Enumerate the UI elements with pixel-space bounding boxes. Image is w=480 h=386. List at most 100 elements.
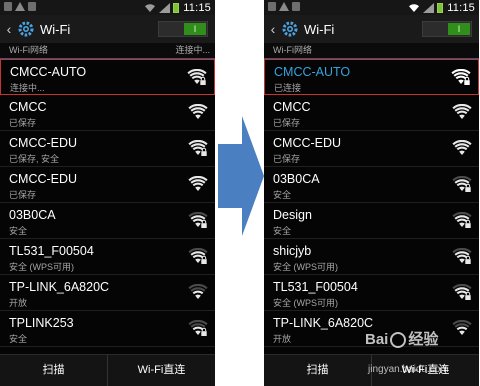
network-name: 03B0CA	[9, 208, 56, 222]
network-name: CMCC-AUTO	[10, 65, 87, 79]
wifi-toggle[interactable]: I	[158, 21, 208, 37]
network-status: 已连接	[274, 83, 302, 93]
section-label: Wi-Fi网络	[273, 45, 312, 55]
network-name: TP-LINK_6A820C	[273, 316, 374, 330]
wifi-signal-icon	[188, 248, 208, 264]
status-bar: 11:15	[264, 0, 479, 15]
network-status: 已保存	[273, 118, 301, 128]
lock-icon	[201, 331, 207, 336]
section-header: Wi-Fi网络	[264, 43, 479, 59]
wifi-signal-icon	[188, 212, 208, 228]
network-name: TP-LINK_6A820C	[9, 280, 110, 294]
section-label: Wi-Fi网络	[9, 45, 48, 55]
watermark-url: jingyan.baidu.com	[368, 364, 449, 375]
back-arrow-icon[interactable]: ‹	[266, 21, 280, 37]
wifi-signal-icon	[188, 140, 208, 156]
watermark-brand: Bai	[365, 331, 389, 348]
battery-icon	[173, 2, 180, 13]
action-bar: ‹ Wi-Fi I	[264, 15, 479, 43]
network-row[interactable]: shicjyb 安全 (WPS可用)	[264, 239, 479, 275]
network-status: 开放	[273, 334, 292, 344]
network-row[interactable]: CMCC-AUTO 连接中...	[0, 59, 215, 95]
network-name: CMCC	[273, 100, 311, 114]
network-row[interactable]: CMCC 已保存	[0, 95, 215, 131]
network-status: 安全 (WPS可用)	[9, 262, 74, 272]
signal-icon	[423, 2, 435, 13]
page-title: Wi-Fi	[40, 21, 71, 37]
network-row[interactable]: TL531_F00504 安全 (WPS可用)	[264, 275, 479, 311]
network-name: 03B0CA	[273, 172, 320, 186]
lock-icon	[465, 187, 471, 192]
network-row[interactable]: 03B0CA 安全	[264, 167, 479, 203]
wifi-signal-icon	[452, 248, 472, 264]
network-row[interactable]: CMCC-AUTO 已连接	[264, 59, 479, 95]
network-name: TL531_F00504	[273, 280, 358, 294]
wifi-signal-icon	[188, 284, 208, 299]
wifi-signal-icon	[188, 104, 208, 119]
scan-button[interactable]: 扫描	[264, 355, 371, 386]
wifi-signal-icon	[187, 69, 207, 85]
wifi-signal-icon	[451, 69, 471, 85]
notification-icon	[268, 2, 276, 11]
warning-icon	[15, 2, 25, 11]
page-title: Wi-Fi	[304, 21, 335, 37]
wifi-signal-icon	[188, 320, 208, 336]
lock-icon	[465, 259, 471, 264]
network-name: TL531_F00504	[9, 244, 94, 258]
network-row[interactable]: TL531_F00504 安全 (WPS可用)	[0, 239, 215, 275]
section-header: Wi-Fi网络 连接中...	[0, 43, 215, 59]
network-status: 安全 (WPS可用)	[273, 262, 338, 272]
battery-icon	[437, 2, 444, 13]
network-status: 安全 (WPS可用)	[273, 298, 338, 308]
network-status: 安全	[273, 190, 292, 200]
network-name: Design	[273, 208, 312, 222]
gear-icon	[18, 21, 34, 37]
wifi-signal-icon	[452, 176, 472, 192]
network-status: 已保存	[273, 154, 301, 164]
lock-icon	[465, 223, 471, 228]
network-status: 安全	[9, 334, 28, 344]
notification-icon	[4, 2, 12, 11]
wifi-direct-button[interactable]: Wi-Fi直连	[107, 355, 215, 386]
transition-arrow	[218, 116, 264, 236]
lock-icon	[201, 151, 207, 156]
lock-icon	[201, 223, 207, 228]
network-list: CMCC-AUTO 连接中... CMCC 已保存 CMCC-EDU 已保存, 安全 CMC…	[0, 59, 215, 347]
network-status: 已保存	[9, 118, 37, 128]
wifi-toggle[interactable]: I	[422, 21, 472, 37]
notification-icon	[292, 2, 300, 11]
status-time: 11:15	[183, 1, 211, 14]
network-status: 连接中...	[10, 83, 45, 93]
wifi-status-icon	[409, 3, 420, 12]
network-name: CMCC	[9, 100, 47, 114]
wifi-signal-icon	[452, 320, 472, 335]
network-row[interactable]: TP-LINK_6A820C 开放	[0, 275, 215, 311]
paw-logo-icon	[390, 332, 407, 349]
network-row[interactable]: 03B0CA 安全	[0, 203, 215, 239]
status-time: 11:15	[447, 1, 475, 14]
network-status: 安全	[9, 226, 28, 236]
baidu-watermark: Bai 经验	[365, 328, 438, 349]
back-arrow-icon[interactable]: ‹	[2, 21, 16, 37]
scan-button[interactable]: 扫描	[0, 355, 107, 386]
network-name: CMCC-AUTO	[274, 65, 351, 79]
network-row[interactable]: TPLINK253 安全	[0, 311, 215, 347]
phone-screen-before: 11:15 ‹ Wi-Fi I Wi-Fi网络 连接中... CMCC-AUTO…	[0, 0, 215, 386]
toggle-on-indicator: I	[184, 23, 206, 35]
network-row[interactable]: CMCC-EDU 已保存	[0, 167, 215, 203]
network-list: CMCC-AUTO 已连接 CMCC 已保存 CMCC-EDU 已保存 03B0CA 安全 De…	[264, 59, 479, 347]
network-name: CMCC-EDU	[9, 136, 78, 150]
network-row[interactable]: CMCC-EDU 已保存, 安全	[0, 131, 215, 167]
network-row[interactable]: CMCC 已保存	[264, 95, 479, 131]
signal-icon	[159, 2, 171, 13]
network-status: 安全	[273, 226, 292, 236]
network-name: CMCC-EDU	[273, 136, 342, 150]
lock-icon	[464, 80, 470, 85]
gear-icon	[282, 21, 298, 37]
warning-icon	[279, 2, 289, 11]
network-row[interactable]: CMCC-EDU 已保存	[264, 131, 479, 167]
wifi-signal-icon	[452, 104, 472, 119]
network-row[interactable]: Design 安全	[264, 203, 479, 239]
wifi-signal-icon	[452, 140, 472, 155]
action-bar: ‹ Wi-Fi I	[0, 15, 215, 43]
